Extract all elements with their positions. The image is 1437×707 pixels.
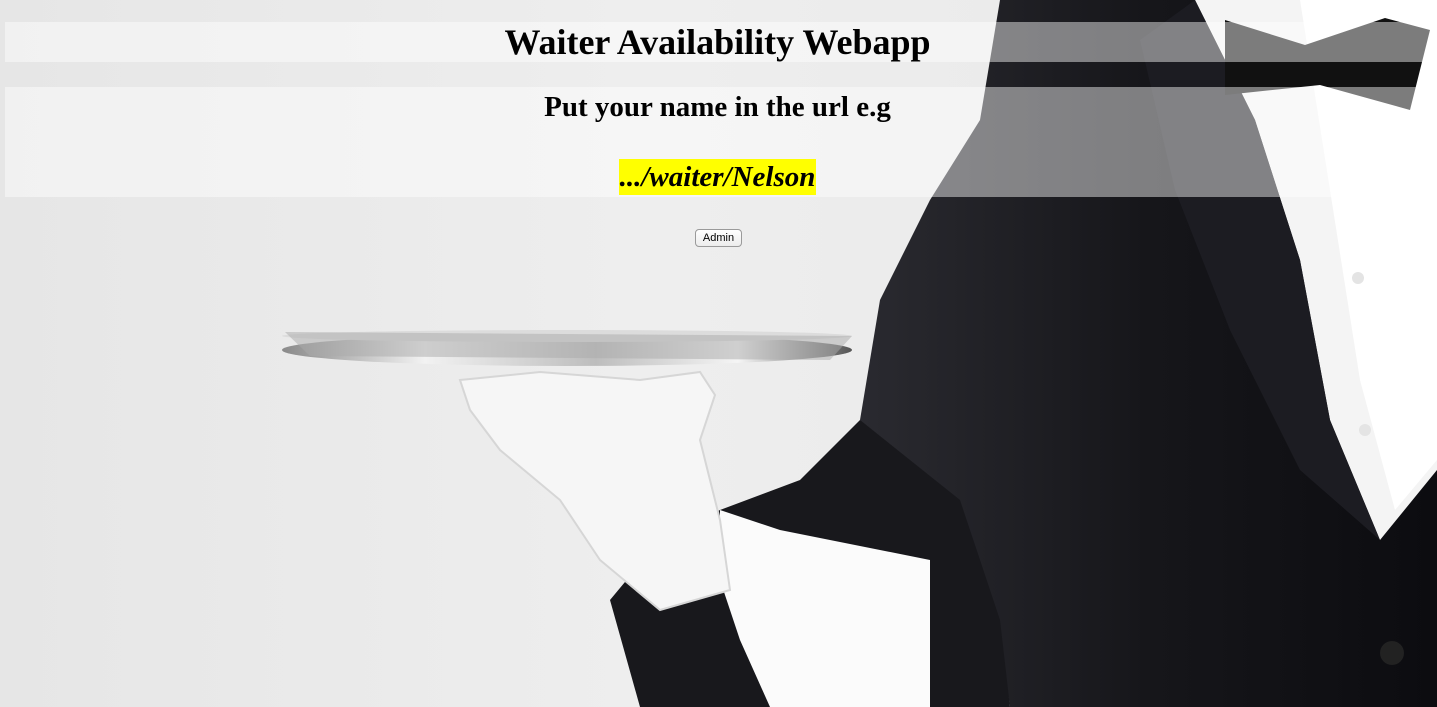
url-example-row: .../waiter/Nelson [5, 159, 1430, 195]
admin-button-container: Admin [0, 228, 1437, 247]
instructions-banner: Put your name in the url e.g .../waiter/… [5, 87, 1430, 197]
instructions-text: Put your name in the url e.g [544, 91, 891, 123]
url-example-highlight: .../waiter/Nelson [618, 159, 817, 195]
page-title: Waiter Availability Webapp [504, 22, 931, 62]
admin-button[interactable]: Admin [694, 229, 743, 247]
header-banner: Waiter Availability Webapp [5, 22, 1430, 62]
